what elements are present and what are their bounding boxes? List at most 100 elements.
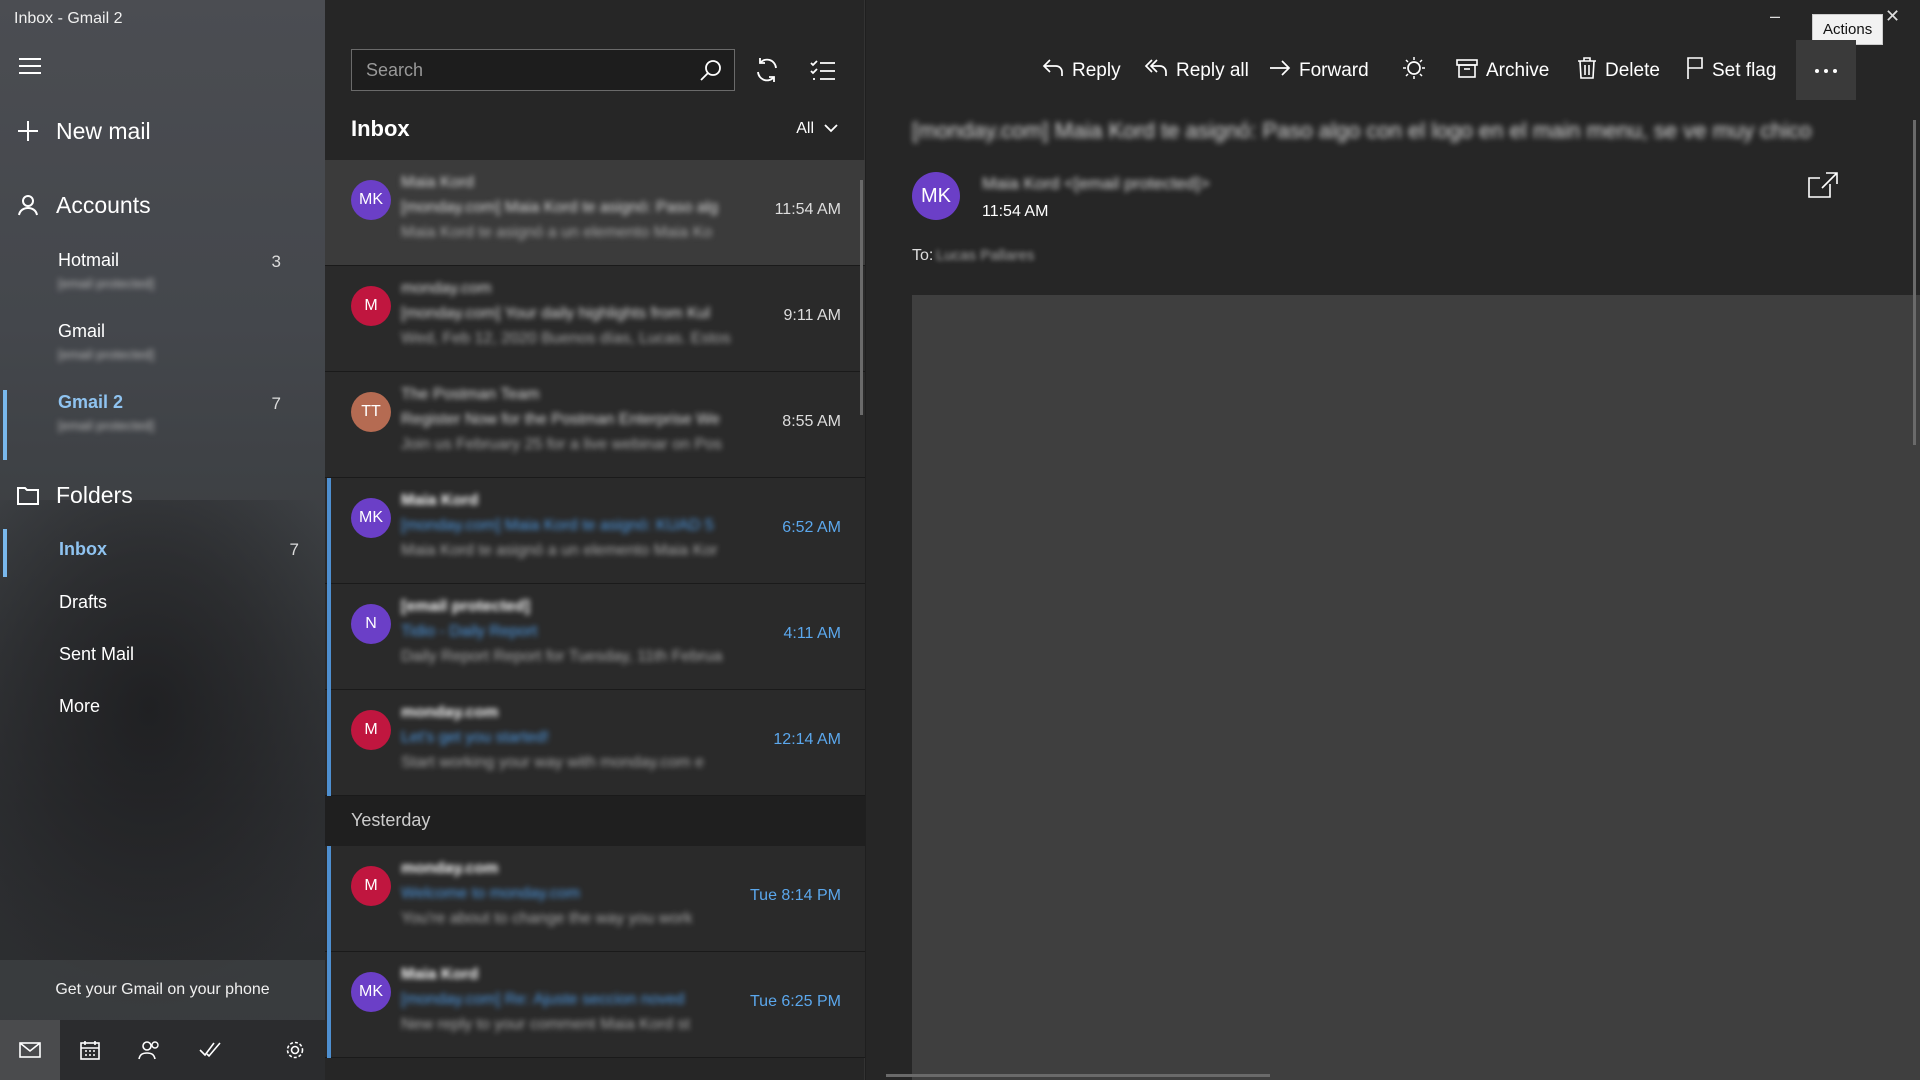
message-row[interactable]: M monday.com Welcome to monday.com You'r… (325, 846, 865, 952)
avatar: MK (351, 972, 391, 1012)
app-switcher-bar (0, 1020, 325, 1080)
message-time: 12:14 AM (773, 731, 841, 748)
ellipsis-icon (1814, 61, 1838, 79)
message-preview: Maia Kord te asignó a un elemento Maia K… (401, 542, 718, 559)
flag-icon (1686, 57, 1704, 85)
message-row[interactable]: MK Maia Kord [monday.com] Re: Ajuste sec… (325, 952, 865, 1058)
message-subject: [monday.com] Maia Kord te asignó: KUAD 5 (401, 517, 714, 534)
account-gmail[interactable]: Gmail [email protected] (0, 321, 325, 377)
message-sender: monday.com (401, 280, 492, 297)
archive-button[interactable]: Archive (1456, 54, 1549, 88)
reply-all-icon (1144, 58, 1168, 84)
message-preview: You're about to change the way you work (401, 910, 693, 927)
message-row[interactable]: MK Maia Kord [monday.com] Maia Kord te a… (325, 478, 865, 584)
group-header-yesterday: Yesterday (325, 796, 865, 846)
folder-drafts[interactable]: Drafts (0, 582, 325, 626)
set-flag-button[interactable]: Set flag (1686, 54, 1776, 88)
sync-icon[interactable] (749, 52, 785, 88)
to-recipient[interactable]: Lucas Pallares (936, 247, 1034, 264)
search-icon[interactable] (700, 59, 722, 86)
mail-icon[interactable] (0, 1020, 60, 1080)
folder-inbox[interactable]: Inbox 7 (0, 529, 325, 577)
chevron-down-icon (824, 120, 838, 138)
message-preview: Start working your way with monday.com e (401, 754, 704, 771)
account-name: Hotmail (58, 250, 120, 270)
delete-label: Delete (1605, 60, 1660, 81)
message-sender: The Postman Team (401, 386, 540, 403)
message-row[interactable]: MK Maia Kord [monday.com] Maia Kord te a… (325, 160, 865, 266)
reading-toolbar: Reply Reply all Forward Archive Delete S… (866, 40, 1920, 100)
message-row[interactable]: TT The Postman Team Register Now for the… (325, 372, 865, 478)
people-icon[interactable] (120, 1020, 180, 1080)
list-heading: Inbox (351, 116, 410, 141)
sender-name[interactable]: Maia Kord <[email protected]> (982, 174, 1210, 194)
reply-button[interactable]: Reply (1042, 54, 1121, 88)
folder-icon (0, 485, 56, 505)
archive-icon (1456, 58, 1478, 84)
folder-name: More (59, 696, 101, 716)
minimize-icon[interactable]: – (1770, 6, 1780, 27)
message-items: MK Maia Kord [monday.com] Maia Kord te a… (325, 160, 865, 1058)
folder-sent-mail[interactable]: Sent Mail (0, 634, 325, 678)
filter-dropdown[interactable]: All (796, 120, 838, 138)
account-gmail-2[interactable]: Gmail 2 [email protected] 7 (0, 390, 325, 460)
settings-gear-icon[interactable] (265, 1020, 325, 1080)
reply-all-label: Reply all (1176, 60, 1249, 81)
message-subject: Tidio - Daily Report (401, 623, 538, 640)
selection-mode-icon[interactable] (805, 52, 841, 88)
avatar: M (351, 286, 391, 326)
folder-name: Sent Mail (59, 644, 135, 664)
message-preview: Maia Kord te asignó a un elemento Maia K… (401, 224, 713, 241)
message-body[interactable] (912, 295, 1920, 1080)
message-subject: [monday.com] Maia Kord te asignó: Paso a… (401, 199, 719, 216)
sun-icon (1402, 56, 1426, 86)
message-row[interactable]: N [email protected] Tidio - Daily Report… (325, 584, 865, 690)
reading-vertical-scrollbar[interactable] (1913, 120, 1916, 445)
search-input[interactable] (352, 50, 682, 90)
trash-icon (1577, 57, 1597, 85)
message-time: Tue 6:25 PM (749, 993, 841, 1010)
forward-label: Forward (1299, 60, 1369, 81)
message-time: 4:11 AM (783, 625, 841, 642)
message-sender: Maia Kord (401, 174, 474, 191)
sent-time: 11:54 AM (982, 203, 1049, 220)
more-actions-button[interactable] (1796, 40, 1856, 100)
todo-icon[interactable] (180, 1020, 240, 1080)
mail-app: Inbox - Gmail 2 New mail Accounts Hotmai… (0, 0, 1920, 1080)
list-scrollbar[interactable] (860, 180, 863, 415)
get-gmail-on-phone-link[interactable]: Get your Gmail on your phone (0, 960, 325, 1020)
message-subject: Let's get you started! (401, 729, 550, 746)
account-hotmail[interactable]: Hotmail [email protected] 3 (0, 250, 325, 306)
message-row[interactable]: M monday.com [monday.com] Your daily hig… (325, 266, 865, 372)
message-preview: New reply to your comment Maia Kord st (401, 1016, 690, 1033)
folder-more[interactable]: More (0, 686, 325, 730)
calendar-icon[interactable] (60, 1020, 120, 1080)
message-row[interactable]: M monday.com Let's get you started! Star… (325, 690, 865, 796)
background-image (0, 500, 325, 1020)
plus-icon (0, 120, 56, 142)
open-in-new-window-icon[interactable] (1808, 172, 1838, 203)
new-mail-button[interactable]: New mail (0, 112, 325, 150)
close-icon[interactable]: ✕ (1885, 6, 1900, 27)
unread-count: 7 (289, 540, 299, 559)
message-time: 8:55 AM (782, 413, 841, 430)
reply-all-button[interactable]: Reply all (1144, 54, 1249, 88)
person-icon (0, 194, 56, 216)
avatar: M (351, 866, 391, 906)
hamburger-menu-icon[interactable] (19, 58, 41, 74)
message-sender: Maia Kord (401, 966, 479, 983)
unread-count: 7 (271, 394, 281, 413)
reply-icon (1042, 58, 1064, 84)
reading-horizontal-scrollbar[interactable] (886, 1074, 1270, 1077)
forward-button[interactable]: Forward (1269, 54, 1369, 88)
message-time: Tue 8:14 PM (749, 887, 841, 904)
message-subject: Welcome to monday.com (401, 885, 581, 902)
folders-header[interactable]: Folders (0, 476, 325, 514)
delete-button[interactable]: Delete (1577, 54, 1660, 88)
message-list-pane: Inbox All MK Maia Kord [monday.com] Maia… (325, 0, 865, 1080)
window-title: Inbox - Gmail 2 (14, 10, 123, 27)
filter-value: All (796, 120, 814, 137)
theme-toggle-button[interactable] (1402, 54, 1426, 88)
accounts-header[interactable]: Accounts (0, 186, 325, 224)
